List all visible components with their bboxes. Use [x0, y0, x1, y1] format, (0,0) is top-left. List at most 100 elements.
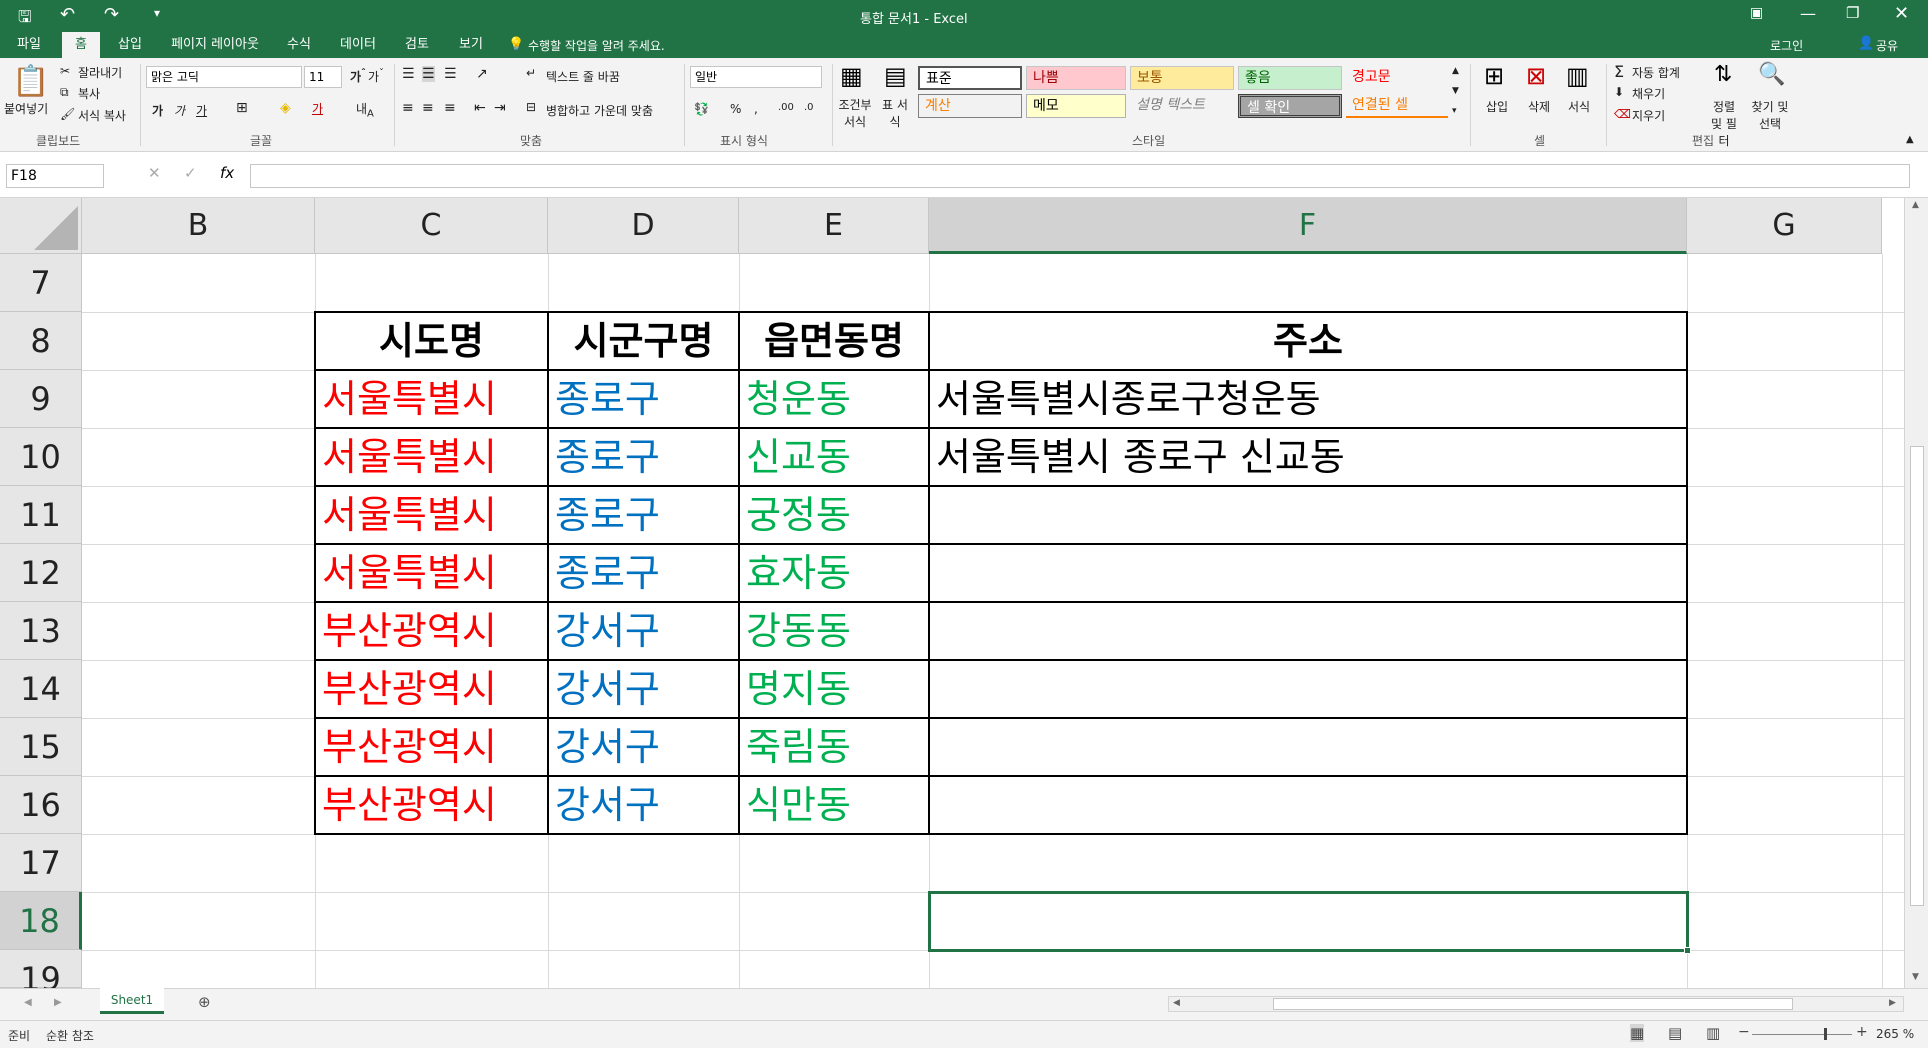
- row-header-14[interactable]: 14: [0, 660, 82, 718]
- style-good[interactable]: 좋음: [1238, 66, 1342, 90]
- restore-icon[interactable]: ❐: [1846, 4, 1859, 22]
- align-top-icon[interactable]: ☰: [402, 66, 415, 82]
- accounting-format-icon[interactable]: 💱: [694, 102, 709, 116]
- cell-sido[interactable]: 서울특별시: [322, 428, 497, 486]
- zoom-slider-thumb[interactable]: [1824, 1028, 1827, 1040]
- scroll-right-icon[interactable]: ▶: [1889, 998, 1896, 1008]
- tab-data[interactable]: 데이터: [332, 32, 384, 58]
- phonetic-icon[interactable]: 내A: [356, 100, 374, 119]
- column-header-c[interactable]: C: [315, 198, 548, 254]
- cell-sigungu[interactable]: 강서구: [555, 660, 660, 718]
- confirm-entry-icon[interactable]: ✓: [184, 164, 197, 182]
- row-header-17[interactable]: 17: [0, 834, 82, 892]
- row-header-11[interactable]: 11: [0, 486, 82, 544]
- scroll-down-icon[interactable]: ▼: [1912, 972, 1919, 982]
- zoom-slider[interactable]: [1752, 1028, 1852, 1040]
- tab-page-layout[interactable]: 페이지 레이아웃: [160, 32, 270, 58]
- fill-handle[interactable]: [1684, 947, 1691, 954]
- worksheet-grid[interactable]: B C D E F G 7 8 9 10 11 12 13 14 15 16 1…: [0, 198, 1904, 988]
- cut-icon[interactable]: ✂: [60, 64, 70, 78]
- save-icon[interactable]: 🖫: [18, 6, 32, 33]
- orientation-icon[interactable]: ↗: [476, 66, 488, 82]
- paste-button[interactable]: 붙여넣기: [4, 100, 48, 117]
- tab-review[interactable]: 검토: [396, 32, 438, 58]
- italic-icon[interactable]: 가: [174, 102, 185, 119]
- increase-indent-icon[interactable]: ⇥: [494, 100, 506, 116]
- format-cells-icon[interactable]: ▥: [1566, 62, 1589, 90]
- tab-file[interactable]: 파일: [4, 32, 54, 58]
- number-format-select[interactable]: 일반: [690, 66, 822, 88]
- cell-eupmyeondong[interactable]: 청운동: [746, 370, 851, 428]
- prev-sheet-icon[interactable]: ◀: [24, 997, 32, 1008]
- format-as-table-icon[interactable]: ▤: [884, 62, 907, 90]
- vertical-scrollbar[interactable]: ▲ ▼: [1904, 198, 1928, 988]
- tab-home[interactable]: 홈: [62, 32, 100, 58]
- tab-formulas[interactable]: 수식: [278, 32, 320, 58]
- increase-decimal-icon[interactable]: .00: [778, 102, 794, 113]
- find-select-button[interactable]: 찾기 및 선택: [1750, 98, 1790, 132]
- cell-sido[interactable]: 부산광역시: [322, 660, 497, 718]
- collapse-ribbon-icon[interactable]: ▲: [1906, 134, 1914, 145]
- login-link[interactable]: 로그인: [1770, 37, 1803, 54]
- cell-eupmyeondong[interactable]: 명지동: [746, 660, 851, 718]
- styles-scroll-up-icon[interactable]: ▲: [1452, 66, 1459, 76]
- header-address[interactable]: 주소: [930, 312, 1686, 370]
- scroll-up-icon[interactable]: ▲: [1912, 200, 1919, 210]
- autosum-button[interactable]: 자동 합계: [1632, 64, 1680, 81]
- align-left-icon[interactable]: ≡: [402, 100, 414, 116]
- header-sigungu[interactable]: 시군구명: [549, 312, 738, 370]
- normal-view-icon[interactable]: ▦: [1630, 1024, 1645, 1042]
- column-header-d[interactable]: D: [548, 198, 739, 254]
- styles-more-icon[interactable]: ▾: [1452, 106, 1457, 116]
- bold-icon[interactable]: 가: [152, 102, 163, 119]
- font-size-select[interactable]: 11: [304, 66, 342, 88]
- copy-icon[interactable]: ⧉: [60, 85, 69, 100]
- minimize-icon[interactable]: —: [1800, 4, 1816, 23]
- autosum-icon[interactable]: Σ: [1614, 62, 1624, 81]
- header-sido[interactable]: 시도명: [316, 312, 547, 370]
- sheet-tab-sheet1[interactable]: Sheet1: [100, 988, 164, 1014]
- cell-address[interactable]: 서울특별시 종로구 신교동: [936, 428, 1345, 486]
- fill-icon[interactable]: ⬇: [1614, 85, 1624, 99]
- formula-input[interactable]: [250, 164, 1910, 188]
- align-bottom-icon[interactable]: ☰: [444, 66, 457, 82]
- close-icon[interactable]: ✕: [1894, 3, 1909, 24]
- row-header-15[interactable]: 15: [0, 718, 82, 776]
- clear-button[interactable]: 지우기: [1632, 107, 1665, 124]
- cell-eupmyeondong[interactable]: 식만동: [746, 776, 851, 834]
- row-header-9[interactable]: 9: [0, 370, 82, 428]
- cut-button[interactable]: 잘라내기: [78, 64, 122, 81]
- horizontal-scroll-thumb[interactable]: [1273, 998, 1793, 1010]
- style-explanatory[interactable]: 설명 텍스트: [1130, 94, 1234, 118]
- clear-icon[interactable]: ⌫: [1614, 107, 1631, 121]
- select-all-corner[interactable]: [0, 198, 82, 254]
- align-center-icon[interactable]: ≡: [422, 100, 434, 116]
- cell-sigungu[interactable]: 강서구: [555, 602, 660, 660]
- insert-cells-icon[interactable]: ⊞: [1484, 62, 1504, 90]
- cell-sigungu[interactable]: 강서구: [555, 718, 660, 776]
- row-header-16[interactable]: 16: [0, 776, 82, 834]
- find-select-icon[interactable]: 🔍: [1758, 62, 1785, 87]
- wrap-text-icon[interactable]: ↵: [526, 66, 536, 80]
- vertical-scroll-thumb[interactable]: [1910, 446, 1924, 906]
- name-box[interactable]: F18: [6, 164, 104, 188]
- cell-sido[interactable]: 서울특별시: [322, 544, 497, 602]
- zoom-out-icon[interactable]: −: [1738, 1024, 1750, 1040]
- undo-icon[interactable]: ↶: [60, 4, 75, 25]
- border-icon[interactable]: ⊞: [236, 100, 248, 116]
- delete-cells-button[interactable]: 삭제: [1528, 98, 1550, 115]
- cell-sigungu[interactable]: 종로구: [555, 428, 660, 486]
- insert-function-icon[interactable]: fx: [220, 164, 234, 182]
- paste-icon[interactable]: 📋: [12, 64, 49, 99]
- shrink-font-icon[interactable]: 가ˇ: [368, 68, 384, 85]
- customize-qat-icon[interactable]: ▾: [154, 6, 160, 20]
- column-header-b[interactable]: B: [82, 198, 315, 254]
- style-bad[interactable]: 나쁨: [1026, 66, 1126, 90]
- row-header-8[interactable]: 8: [0, 312, 82, 370]
- style-neutral[interactable]: 보통: [1130, 66, 1234, 90]
- cell-eupmyeondong[interactable]: 효자동: [746, 544, 851, 602]
- fill-color-icon[interactable]: ◈: [280, 100, 291, 116]
- sort-filter-icon[interactable]: ⇅: [1714, 62, 1732, 87]
- format-cells-button[interactable]: 서식: [1568, 98, 1590, 115]
- cell-sido[interactable]: 부산광역시: [322, 718, 497, 776]
